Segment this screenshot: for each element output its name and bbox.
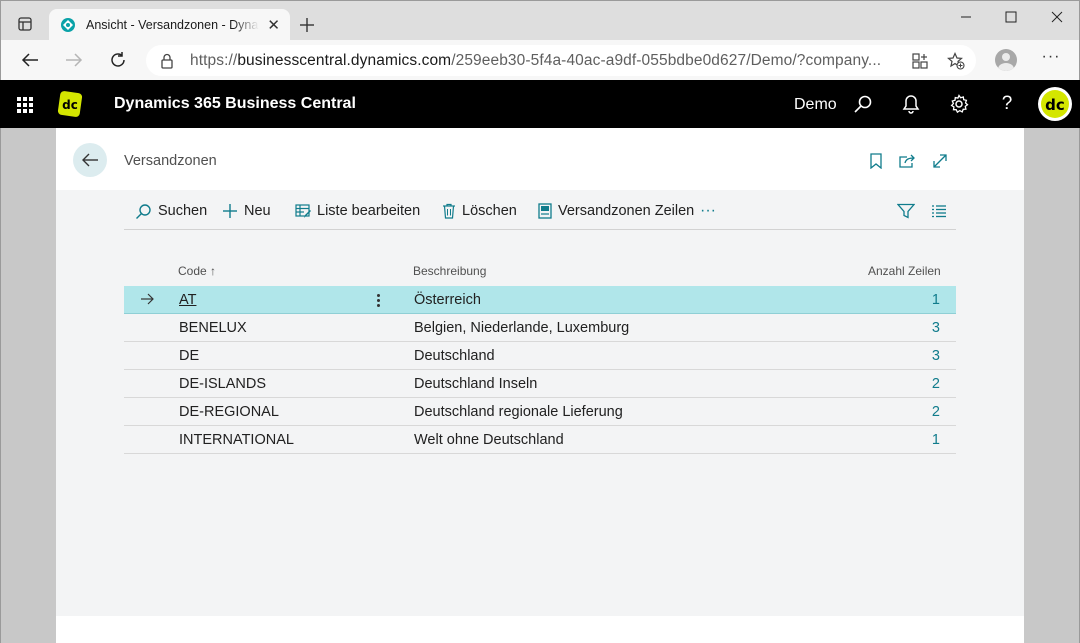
tab-title: Ansicht - Versandzonen - Dynamics 365 Bu…	[86, 18, 259, 32]
maximize-icon[interactable]	[996, 7, 1026, 27]
close-window-icon[interactable]	[1042, 7, 1072, 27]
cell-description: Deutschland Inseln	[414, 376, 538, 392]
shipping-zone-lines-button[interactable]: Versandzonen Zeilen	[538, 201, 694, 221]
cell-count[interactable]: 2	[932, 404, 940, 420]
cell-code[interactable]: INTERNATIONAL	[179, 432, 294, 448]
action-bar-divider	[124, 229, 956, 230]
app-available-icon[interactable]	[910, 51, 930, 71]
lines-document-icon	[538, 203, 552, 219]
tab-actions-icon[interactable]	[9, 10, 41, 38]
page-footer	[56, 616, 1024, 643]
forward-arrow-icon[interactable]	[61, 48, 87, 72]
address-bar[interactable]: https://businesscentral.dynamics.com/259…	[146, 45, 976, 76]
column-header-description[interactable]: Beschreibung	[413, 264, 486, 278]
search-button[interactable]: Suchen	[135, 201, 207, 221]
cell-code[interactable]: DE-ISLANDS	[179, 376, 266, 392]
row-actions-icon[interactable]	[374, 290, 382, 310]
browser-menu-icon[interactable]: ···	[1039, 49, 1063, 71]
app-title[interactable]: Dynamics 365 Business Central	[114, 95, 356, 113]
more-actions-button[interactable]: ···	[700, 201, 716, 221]
filter-icon	[897, 203, 915, 219]
arrow-left-icon	[82, 153, 98, 167]
url-path: /259eeb30-5f4a-40ac-a9df-055bdbe0d627/De…	[451, 51, 882, 69]
cell-code[interactable]: AT	[179, 292, 196, 308]
cell-code[interactable]: DE-REGIONAL	[179, 404, 279, 420]
table-row[interactable]: DE-ISLANDS Deutschland Inseln 2	[124, 370, 956, 398]
delete-label: Löschen	[462, 203, 517, 219]
list-view-icon	[932, 205, 946, 218]
plus-icon	[223, 204, 237, 218]
filter-button[interactable]	[897, 201, 921, 221]
table-row[interactable]: INTERNATIONAL Welt ohne Deutschland 1	[124, 426, 956, 454]
gear-icon[interactable]	[948, 93, 970, 115]
table-row[interactable]: AT Österreich 1	[124, 286, 956, 314]
bc-favicon-icon	[61, 18, 75, 32]
user-avatar-icon[interactable]: dc	[1038, 87, 1072, 121]
column-header-code[interactable]: Code ↑	[178, 264, 216, 278]
tab-close-icon[interactable]: ✕	[267, 16, 280, 34]
cell-count[interactable]: 3	[932, 320, 940, 336]
refresh-icon[interactable]	[105, 48, 131, 72]
search-icon[interactable]	[852, 93, 874, 115]
new-tab-icon[interactable]	[295, 13, 319, 37]
profile-avatar-icon[interactable]	[995, 49, 1017, 71]
expand-icon[interactable]	[931, 152, 949, 170]
url-prefix: https://	[190, 51, 238, 69]
svg-text:dc: dc	[62, 98, 78, 112]
search-label: Suchen	[158, 203, 208, 219]
favorites-add-icon[interactable]	[946, 51, 966, 71]
minimize-icon[interactable]	[951, 7, 981, 27]
search-icon	[136, 203, 151, 219]
bell-icon[interactable]	[900, 93, 922, 115]
company-name[interactable]: Demo	[794, 96, 837, 114]
edit-list-label: Liste bearbeiten	[317, 203, 421, 219]
edit-list-icon	[295, 204, 311, 218]
edit-list-button[interactable]: Liste bearbeiten	[295, 201, 420, 221]
shipping-zone-lines-label: Versandzonen Zeilen	[558, 203, 695, 219]
help-icon[interactable]: ?	[996, 93, 1018, 115]
page-title: Versandzonen	[124, 153, 217, 169]
dc-logo-icon: dc	[57, 91, 83, 117]
back-button[interactable]	[73, 143, 107, 177]
delete-button[interactable]: Löschen	[442, 201, 517, 221]
bookmark-icon[interactable]	[867, 152, 885, 170]
cell-count[interactable]: 1	[932, 292, 940, 308]
column-header-count[interactable]: Anzahl Zeilen	[868, 264, 941, 278]
url-text[interactable]: https://businesscentral.dynamics.com/259…	[190, 52, 900, 70]
url-host: businesscentral.dynamics.com	[237, 51, 452, 69]
cell-code[interactable]: DE	[179, 348, 199, 364]
new-button[interactable]: Neu	[222, 201, 271, 221]
browser-tab-strip: Ansicht - Versandzonen - Dynamics 365 Bu…	[0, 0, 1080, 41]
row-selected-arrow-icon	[141, 293, 154, 305]
cell-count[interactable]: 2	[932, 376, 940, 392]
browser-toolbar: https://businesscentral.dynamics.com/259…	[0, 40, 1080, 80]
table-row[interactable]: BENELUX Belgien, Niederlande, Luxemburg …	[124, 314, 956, 342]
share-icon[interactable]	[898, 152, 916, 170]
svg-text:dc: dc	[1045, 96, 1065, 114]
list-view-button[interactable]	[931, 201, 953, 221]
cell-count[interactable]: 3	[932, 348, 940, 364]
cell-description: Österreich	[414, 292, 481, 308]
lock-icon[interactable]	[160, 53, 174, 69]
cell-description: Deutschland regionale Lieferung	[414, 404, 623, 420]
cell-code[interactable]: BENELUX	[179, 320, 247, 336]
browser-tab[interactable]: Ansicht - Versandzonen - Dynamics 365 Bu…	[49, 9, 290, 41]
cell-description: Deutschland	[414, 348, 495, 364]
more-actions-label: ···	[700, 202, 716, 219]
trash-icon	[443, 203, 455, 219]
table-row[interactable]: DE Deutschland 3	[124, 342, 956, 370]
table-row[interactable]: DE-REGIONAL Deutschland regionale Liefer…	[124, 398, 956, 426]
cell-description: Welt ohne Deutschland	[414, 432, 564, 448]
cell-description: Belgien, Niederlande, Luxemburg	[414, 320, 630, 336]
cell-count[interactable]: 1	[932, 432, 940, 448]
app-launcher-icon[interactable]	[17, 97, 33, 113]
back-arrow-icon[interactable]	[17, 48, 43, 72]
new-label: Neu	[244, 203, 271, 219]
